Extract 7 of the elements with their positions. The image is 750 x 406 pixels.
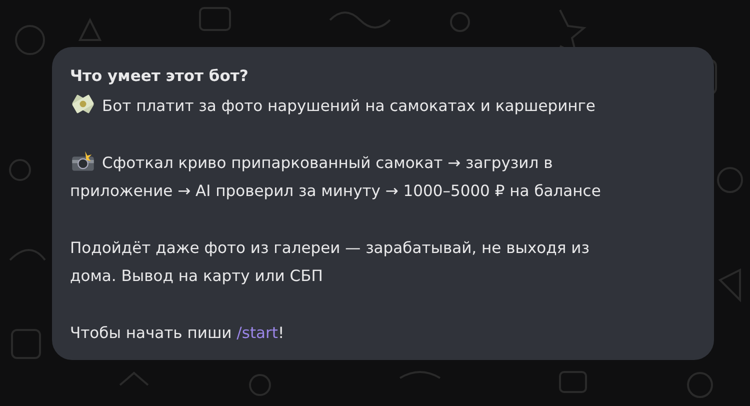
paragraph-text: Сфоткал криво припаркованный самокат → загрузил в приложение → AI проверил за минуту → 1000–5000 ₽ на балансе (70, 149, 704, 205)
paragraph-text: Подойдёт даже фото из галереи — зарабатывай, не выходя из дома. Вывод на карту или СБП (70, 238, 590, 287)
paragraph-text: Бот платит за фото нарушений на самокатах и каршеринге (70, 92, 704, 120)
card-title: Что умеет этот бот? (70, 66, 250, 87)
start-command-link[interactable]: /start (236, 324, 278, 342)
camera-flash-icon (70, 150, 96, 172)
paragraph-text: Чтобы начать пиши /start! (70, 323, 286, 344)
